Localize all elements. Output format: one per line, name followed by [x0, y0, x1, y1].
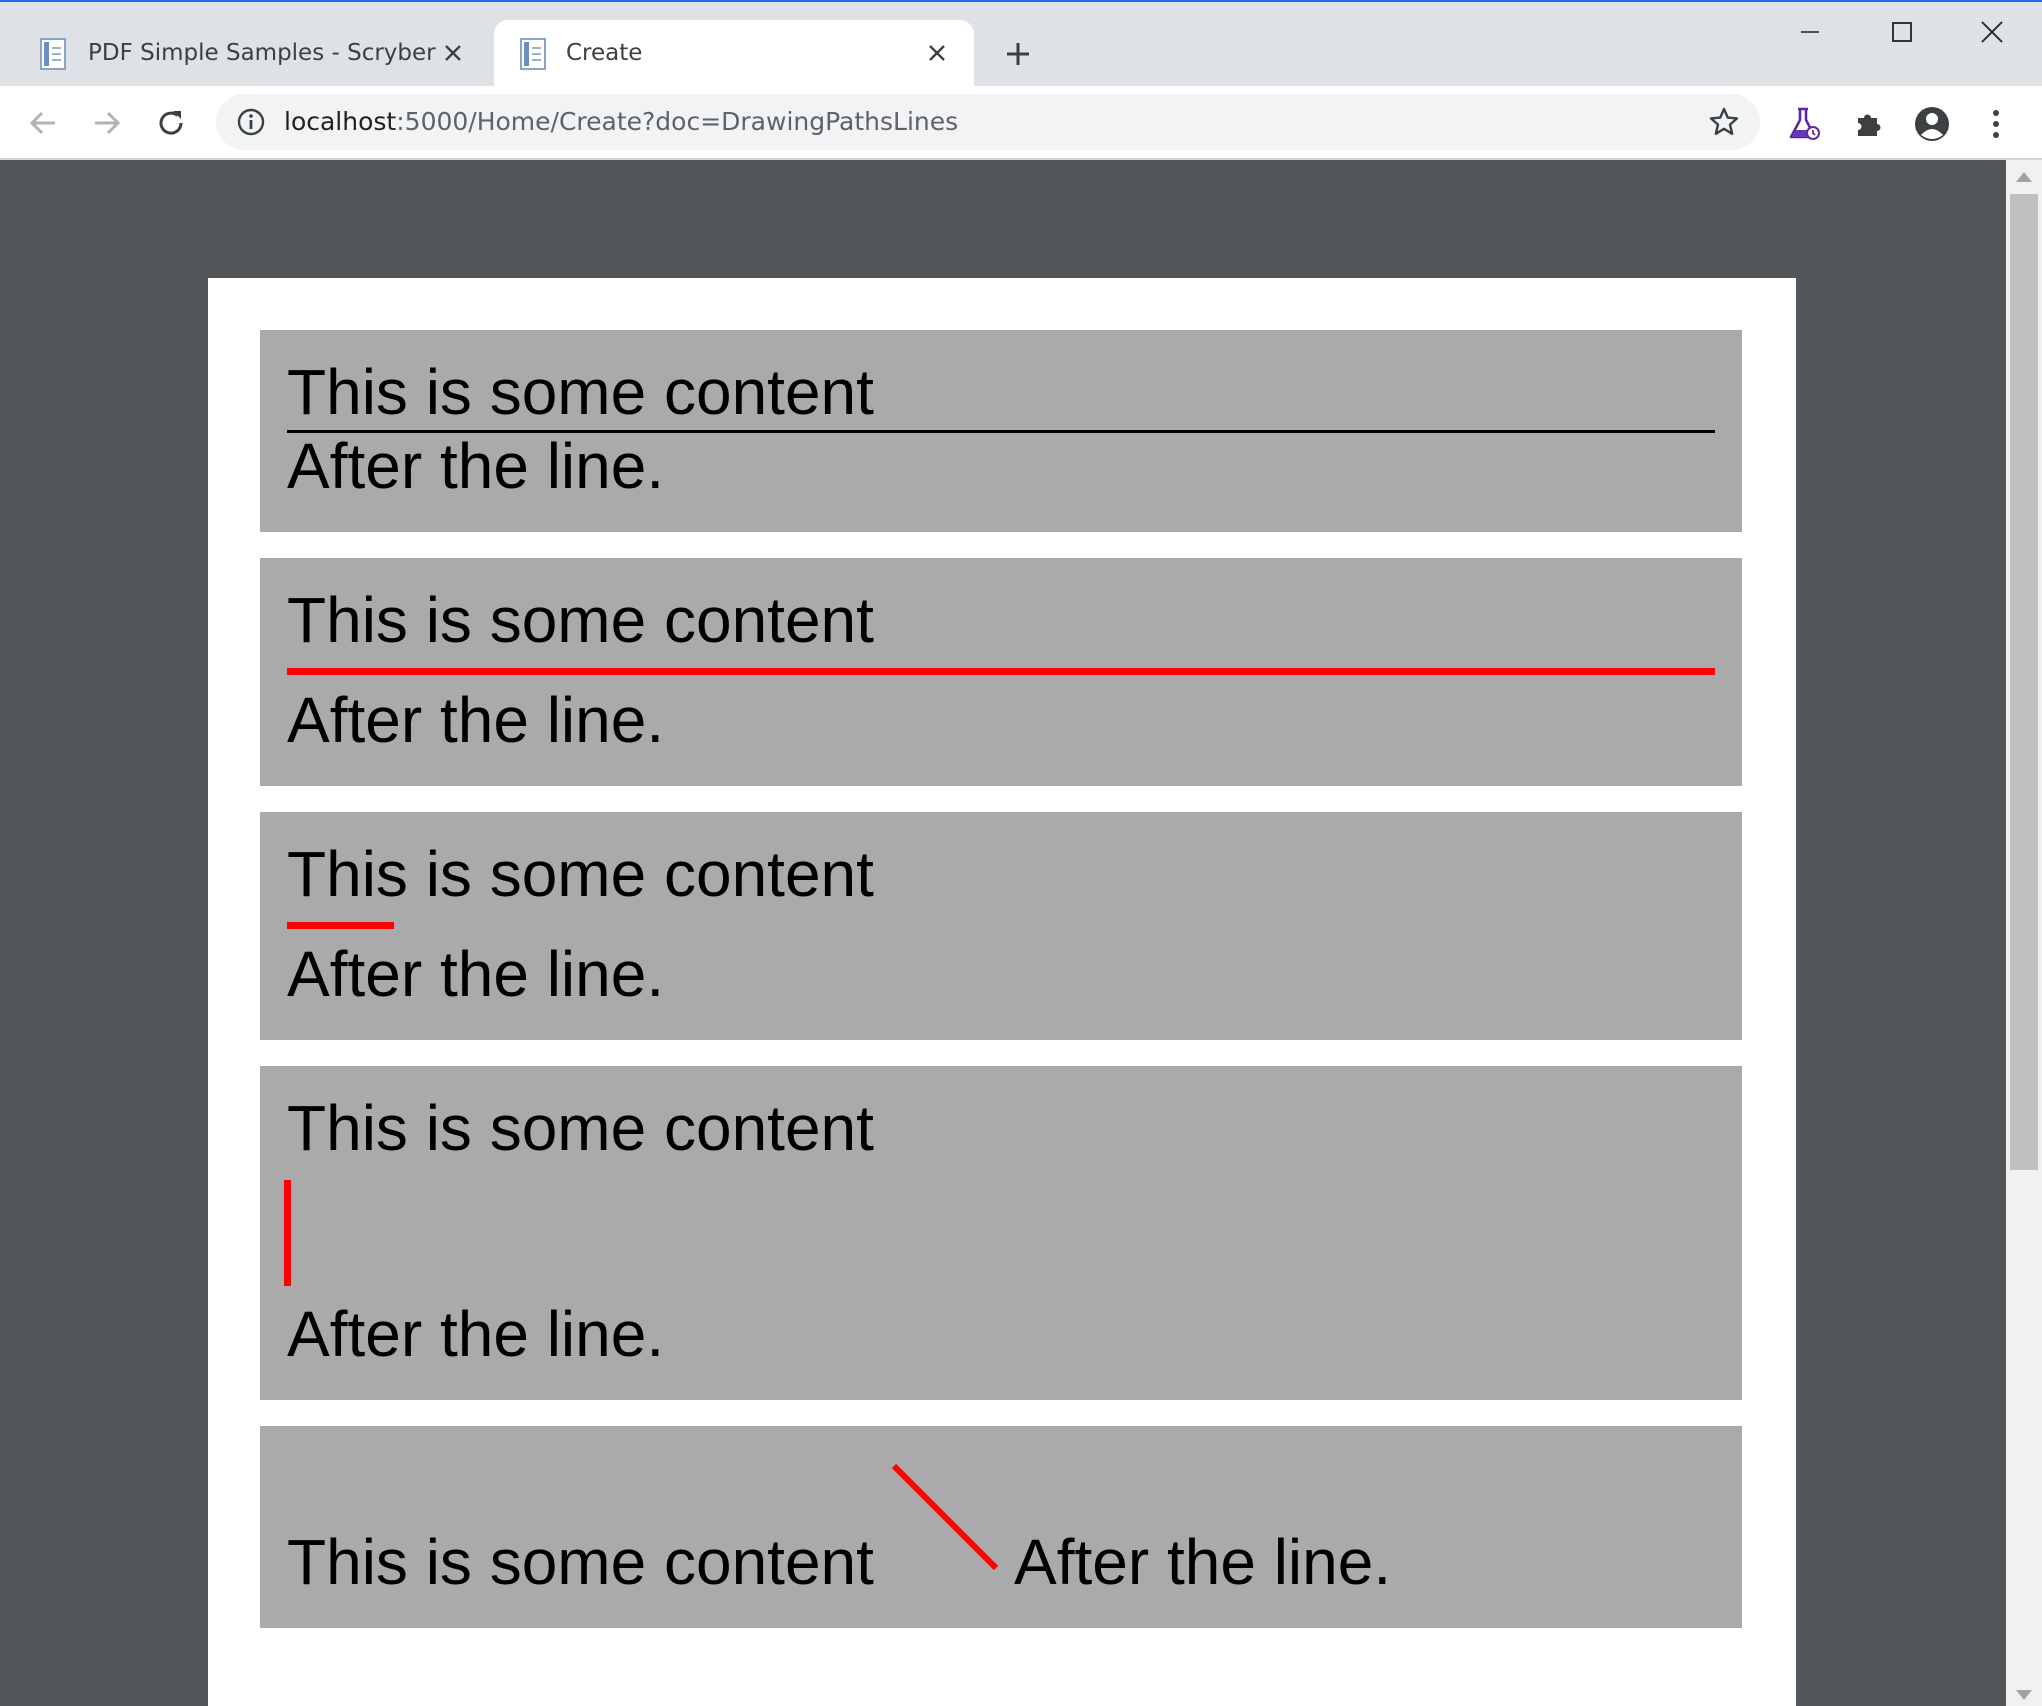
content-text: This is some content — [287, 356, 874, 428]
reload-button[interactable] — [148, 100, 194, 146]
reload-icon — [159, 111, 183, 135]
tab-title: Create — [566, 40, 643, 66]
after-line-text: After the line. — [287, 430, 665, 502]
red-diagonal-line — [891, 1463, 999, 1571]
content-block-2: This is some content After the line. — [260, 558, 1742, 786]
tab-title: PDF Simple Samples - Scryber — [88, 40, 436, 66]
vertical-scrollbar[interactable] — [2006, 160, 2042, 1706]
close-icon[interactable] — [922, 38, 952, 68]
content-text: This is some content — [287, 1526, 874, 1598]
info-icon[interactable] — [236, 107, 266, 137]
document-icon — [40, 38, 66, 70]
document-icon — [520, 38, 546, 70]
bookmark-star-icon[interactable] — [1708, 106, 1740, 138]
scroll-up-arrow[interactable] — [2016, 172, 2032, 182]
new-tab-button[interactable] — [998, 34, 1038, 74]
labs-flask-icon[interactable] — [1784, 104, 1824, 144]
arrow-right-icon — [95, 111, 121, 135]
content-text: This is some content — [287, 1092, 874, 1164]
window-close-button[interactable] — [1962, 10, 2022, 54]
tab-create[interactable]: Create — [494, 20, 974, 88]
close-icon — [1981, 21, 2003, 43]
after-line-text: After the line. — [287, 938, 665, 1010]
profile-avatar-icon[interactable] — [1912, 104, 1952, 144]
address-bar[interactable]: localhost:5000/Home/Create?doc=DrawingPa… — [216, 94, 1760, 150]
content-text: This is some content — [287, 584, 874, 656]
menu-kebab-icon[interactable] — [1976, 104, 2016, 144]
after-line-text: After the line. — [1014, 1526, 1392, 1598]
scroll-thumb[interactable] — [2010, 194, 2038, 1170]
short-red-line — [287, 922, 394, 929]
back-button[interactable] — [20, 100, 66, 146]
close-icon[interactable] — [438, 38, 468, 68]
pdf-page: This is some content After the line. Thi… — [208, 278, 1796, 1706]
tab-pdf-simple-samples[interactable]: PDF Simple Samples - Scryber — [0, 20, 490, 88]
after-line-text: After the line. — [287, 684, 665, 756]
url-text[interactable]: localhost:5000/Home/Create?doc=DrawingPa… — [284, 107, 958, 136]
plus-icon — [1007, 43, 1029, 65]
minimize-icon — [1801, 31, 1819, 33]
scroll-down-arrow[interactable] — [2016, 1690, 2032, 1700]
content-block-4: This is some content After the line. — [260, 1066, 1742, 1400]
red-vertical-line — [284, 1180, 291, 1286]
browser-toolbar: localhost:5000/Home/Create?doc=DrawingPa… — [0, 86, 2042, 160]
after-line-text: After the line. — [287, 1298, 665, 1370]
content-block-1: This is some content After the line. — [260, 330, 1742, 532]
content-block-3: This is some content After the line. — [260, 812, 1742, 1040]
forward-button[interactable] — [84, 100, 130, 146]
maximize-icon — [1892, 22, 1912, 42]
url-host: localhost — [284, 107, 397, 136]
content-block-5: This is some content After the line. — [260, 1426, 1742, 1628]
title-bar: PDF Simple Samples - Scryber Create — [0, 0, 2042, 88]
red-horizontal-line — [287, 668, 1715, 675]
arrow-left-icon — [29, 111, 55, 135]
url-path: :5000/Home/Create?doc=DrawingPathsLines — [396, 107, 959, 136]
extensions-puzzle-icon[interactable] — [1848, 104, 1888, 144]
minimize-button[interactable] — [1780, 10, 1840, 54]
maximize-button[interactable] — [1872, 10, 1932, 54]
content-text: This is some content — [287, 838, 874, 910]
